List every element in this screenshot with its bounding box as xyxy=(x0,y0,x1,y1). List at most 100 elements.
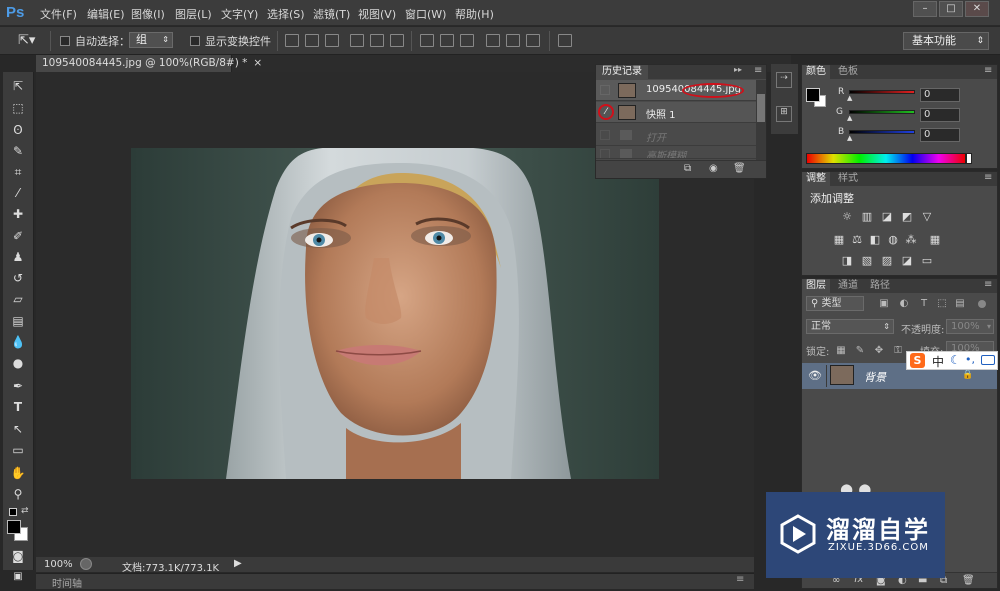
value-b[interactable]: 0 xyxy=(920,128,960,142)
history-item[interactable]: 高斯模糊 xyxy=(596,147,756,159)
value-g[interactable]: 0 xyxy=(920,108,960,122)
menu-layer[interactable]: 图层(L) xyxy=(175,6,212,22)
align-vcenter-icon[interactable] xyxy=(305,34,319,47)
history-tab[interactable]: 历史记录 xyxy=(596,65,648,79)
auto-select-checkbox[interactable] xyxy=(60,36,70,46)
menu-select[interactable]: 选择(S) xyxy=(267,6,305,22)
crop-tool-icon[interactable]: ⌗ xyxy=(9,164,27,180)
slider-handle-icon[interactable]: ▲ xyxy=(847,94,852,102)
canvas-photo[interactable] xyxy=(131,148,659,479)
show-transform-checkbox[interactable] xyxy=(190,36,200,46)
close-button[interactable]: ✕ xyxy=(965,1,989,17)
ime-mode[interactable]: 中 xyxy=(932,353,944,370)
tab-swatches[interactable]: 色板 xyxy=(834,65,862,79)
history-source-checkbox[interactable] xyxy=(600,130,610,140)
properties-panel-icon[interactable]: ⊞ xyxy=(776,106,792,122)
slider-r[interactable] xyxy=(849,90,915,94)
gradient-map-icon[interactable]: ▭ xyxy=(920,255,934,267)
menu-image[interactable]: 图像(I) xyxy=(131,6,165,22)
opacity-input[interactable]: 100% ▾ xyxy=(946,319,994,334)
tab-adjustments[interactable]: 调整 xyxy=(802,172,830,186)
channel-mixer-icon[interactable]: ⁂ xyxy=(904,234,918,246)
curves-icon[interactable]: ◪ xyxy=(880,211,894,223)
foreground-color-swatch[interactable] xyxy=(806,88,820,102)
panel-menu-icon[interactable]: ≡ xyxy=(984,65,992,76)
lasso-tool-icon[interactable]: ʘ xyxy=(9,122,27,138)
timeline-bar[interactable]: 时间轴 ≡ xyxy=(36,573,754,590)
align-top-icon[interactable] xyxy=(285,34,299,47)
history-item[interactable]: ⁄ 快照 1 xyxy=(596,102,756,123)
white-swatch[interactable] xyxy=(966,153,972,164)
history-item[interactable]: 打开 xyxy=(596,125,756,146)
distribute-right-icon[interactable] xyxy=(526,34,540,47)
align-bottom-icon[interactable] xyxy=(325,34,339,47)
history-brush-tool-icon[interactable]: ↺ xyxy=(9,270,27,286)
zoom-tool-icon[interactable]: ⚲ xyxy=(9,486,27,502)
filter-toggle-icon[interactable] xyxy=(978,300,986,308)
black-white-icon[interactable]: ◧ xyxy=(868,234,882,246)
align-hcenter-icon[interactable] xyxy=(370,34,384,47)
selective-color-icon[interactable]: ◪ xyxy=(900,255,914,267)
history-source-checkbox[interactable] xyxy=(600,85,610,95)
tab-channels[interactable]: 通道 xyxy=(834,279,862,293)
move-tool-icon[interactable]: ⇱ xyxy=(9,78,27,94)
quick-mask-icon[interactable]: ◙ xyxy=(9,548,27,564)
history-source-checkbox[interactable] xyxy=(600,149,610,158)
zoom-level[interactable]: 100% xyxy=(44,559,73,570)
lock-position-icon[interactable]: ✥ xyxy=(873,345,885,356)
history-item[interactable]: 109540084445.jpg xyxy=(596,80,756,101)
value-r[interactable]: 0 xyxy=(920,88,960,102)
history-brush-source-icon[interactable]: ⁄ xyxy=(598,104,614,120)
invert-icon[interactable]: ◨ xyxy=(840,255,854,267)
trash-icon[interactable]: 🗑 xyxy=(733,163,746,174)
document-tab[interactable]: 109540084445.jpg @ 100%(RGB/8#) * × xyxy=(36,55,262,72)
photo-filter-icon[interactable]: ◍ xyxy=(886,234,900,246)
healing-brush-tool-icon[interactable]: ✚ xyxy=(9,206,27,222)
slider-b[interactable] xyxy=(849,130,915,134)
play-arrow-icon[interactable]: ▶ xyxy=(234,558,242,569)
distribute-top-icon[interactable] xyxy=(420,34,434,47)
hue-saturation-icon[interactable]: ▦ xyxy=(832,234,846,246)
tab-paths[interactable]: 路径 xyxy=(866,279,894,293)
maximize-button[interactable]: □ xyxy=(939,1,963,17)
foreground-color-swatch[interactable] xyxy=(7,520,21,534)
layer-name[interactable]: 背景 xyxy=(864,369,886,385)
blend-mode-dropdown[interactable]: 正常 ⇕ xyxy=(806,319,894,334)
camera-snapshot-icon[interactable]: ◉ xyxy=(709,163,718,174)
hand-tool-icon[interactable]: ✋ xyxy=(9,465,27,481)
menu-window[interactable]: 窗口(W) xyxy=(405,6,446,22)
path-selection-tool-icon[interactable]: ↖ xyxy=(9,421,27,437)
rectangle-tool-icon[interactable]: ▭ xyxy=(9,442,27,458)
color-lookup-icon[interactable]: ▦ xyxy=(928,234,942,246)
panel-menu-icon[interactable]: ≡ xyxy=(984,279,992,290)
lock-transparent-icon[interactable]: ▦ xyxy=(835,345,847,356)
lock-icon[interactable]: 🔒 xyxy=(962,370,973,380)
panel-menu-icon[interactable]: ≡ xyxy=(984,172,992,183)
slider-handle-icon[interactable]: ▲ xyxy=(847,134,852,142)
marquee-tool-icon[interactable]: ⬚ xyxy=(9,100,27,116)
tab-layers[interactable]: 图层 xyxy=(802,279,830,293)
screen-mode-icon[interactable]: ▣ xyxy=(9,569,27,585)
brush-tool-icon[interactable]: ✐ xyxy=(9,228,27,244)
distribute-left-icon[interactable] xyxy=(486,34,500,47)
menu-help[interactable]: 帮助(H) xyxy=(455,6,494,22)
minimize-button[interactable]: – xyxy=(913,1,937,17)
distribute-bottom-icon[interactable] xyxy=(460,34,474,47)
type-tool-icon[interactable]: T xyxy=(9,399,27,415)
pen-tool-icon[interactable]: ✒ xyxy=(9,378,27,394)
gradient-tool-icon[interactable]: ▤ xyxy=(9,313,27,329)
moon-icon[interactable]: ☾ xyxy=(950,353,961,367)
levels-icon[interactable]: ▥ xyxy=(860,211,874,223)
status-info-icon[interactable] xyxy=(80,558,92,570)
menu-type[interactable]: 文字(Y) xyxy=(221,6,258,22)
menu-file[interactable]: 文件(F) xyxy=(40,6,77,22)
color-spectrum-ramp[interactable] xyxy=(806,153,966,164)
panel-menu-icon[interactable]: ≡ xyxy=(736,574,744,585)
punctuation-icon[interactable]: •, xyxy=(965,353,975,366)
trash-icon[interactable]: 🗑 xyxy=(962,575,975,586)
vibrance-icon[interactable]: ▽ xyxy=(920,211,934,223)
default-colors-icon[interactable] xyxy=(9,508,17,516)
menu-edit[interactable]: 编辑(E) xyxy=(87,6,125,22)
history-panel-icon[interactable]: ⇢ xyxy=(776,72,792,88)
slider-handle-icon[interactable]: ▲ xyxy=(847,114,852,122)
